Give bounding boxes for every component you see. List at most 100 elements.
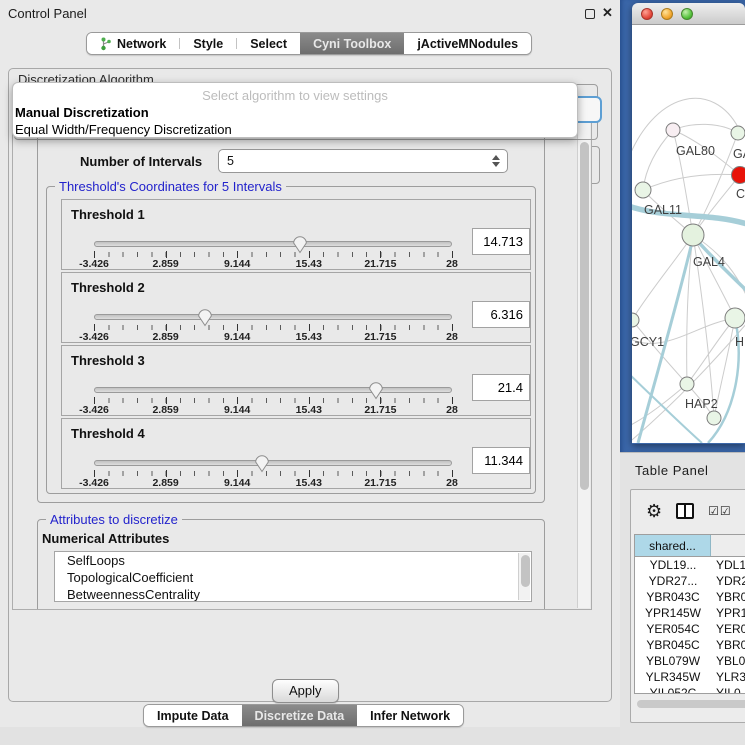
node-label-gal80: GAL80 bbox=[676, 144, 715, 158]
node-label-gal11: GAL11 bbox=[644, 203, 682, 217]
table-row[interactable]: YPR145WYPR1 bbox=[635, 605, 745, 621]
tab-select[interactable]: Select bbox=[237, 33, 300, 54]
threshold-3-slider[interactable] bbox=[94, 387, 452, 393]
node-table[interactable]: shared... n YDL19...YDL1 YDR27...YDR2 YB… bbox=[634, 534, 745, 694]
node-label-gal4: GAL4 bbox=[693, 255, 725, 269]
table-row[interactable]: YDL19...YDL1 bbox=[635, 557, 745, 573]
attributes-group-label: Attributes to discretize bbox=[46, 512, 182, 527]
table-header-row: shared... n bbox=[635, 535, 745, 557]
algorithm-placeholder: Select algorithm to view settings bbox=[13, 88, 577, 103]
tab-impute-data[interactable]: Impute Data bbox=[144, 705, 242, 726]
tab-cyni-toolbox[interactable]: Cyni Toolbox bbox=[300, 33, 404, 54]
node-label-partial-ga: GA bbox=[733, 147, 745, 161]
network-window-titlebar[interactable] bbox=[632, 3, 745, 25]
algorithm-dropdown-popup: Select algorithm to view settings Manual… bbox=[12, 82, 578, 138]
close-traffic-icon[interactable] bbox=[641, 8, 653, 20]
threshold-2-block: Threshold 2 -3.426 2.859 9.144 1 bbox=[61, 272, 531, 343]
scrollbar-thumb[interactable] bbox=[580, 142, 589, 490]
threshold-1-slider[interactable] bbox=[94, 241, 452, 247]
option-manual-discretization[interactable]: Manual Discretization bbox=[15, 105, 149, 120]
threshold-4-scale: -3.426 2.859 9.144 21.715 15.43 28 bbox=[94, 477, 452, 489]
threshold-2-slider[interactable] bbox=[94, 314, 452, 320]
tab-infer-network[interactable]: Infer Network bbox=[357, 705, 463, 726]
top-tabstrip: Network Style Select Cyni Toolbox jActiv… bbox=[86, 32, 532, 55]
node-label-gcy1: GCY1 bbox=[632, 335, 664, 349]
column-layout-icon[interactable] bbox=[676, 503, 694, 519]
threshold-3-label: Threshold 3 bbox=[71, 353, 145, 368]
list-item[interactable]: TopologicalCoefficient bbox=[55, 569, 531, 586]
threshold-4-slider[interactable] bbox=[94, 460, 452, 466]
node-gcy1[interactable] bbox=[632, 313, 639, 327]
network-graph: GAL80 GA C GAL11 GAL4 GCY1 H HAP2 bbox=[632, 25, 745, 443]
tab-jactivemnodules[interactable]: jActiveMNodules bbox=[404, 33, 531, 54]
node-partial-top[interactable] bbox=[731, 126, 745, 140]
threshold-4-label: Threshold 4 bbox=[71, 426, 145, 441]
node-gal11[interactable] bbox=[635, 182, 651, 198]
number-of-intervals-combobox[interactable]: 5 bbox=[218, 149, 508, 173]
zoom-traffic-icon[interactable] bbox=[681, 8, 693, 20]
settings-scrollbar[interactable] bbox=[577, 120, 590, 608]
table-row[interactable]: YBR045CYBR0 bbox=[635, 637, 745, 653]
node-selected-red[interactable] bbox=[732, 167, 745, 184]
desktop-background: GAL80 GA C GAL11 GAL4 GCY1 H HAP2 bbox=[620, 0, 745, 452]
network-canvas[interactable]: GAL80 GA C GAL11 GAL4 GCY1 H HAP2 bbox=[632, 25, 745, 443]
bottom-tabstrip: Impute Data Discretize Data Infer Networ… bbox=[143, 704, 464, 727]
node-label-partial-c: C bbox=[736, 187, 745, 201]
column-header-shared-name[interactable]: shared... bbox=[635, 535, 711, 556]
table-row[interactable]: YIL052CYIL0 bbox=[635, 685, 745, 694]
threshold-3-value-field[interactable]: 21.4 bbox=[472, 374, 530, 401]
table-panel-title: Table Panel bbox=[635, 463, 708, 478]
select-columns-icons[interactable]: ☑☑ bbox=[708, 504, 732, 518]
node-right[interactable] bbox=[725, 308, 745, 328]
node-gal80[interactable] bbox=[666, 123, 680, 137]
threshold-1-value-field[interactable]: 14.713 bbox=[472, 228, 530, 255]
threshold-4-block: Threshold 4 -3.426 2.859 9.144 2 bbox=[61, 418, 531, 489]
panel-title: Control Panel bbox=[8, 6, 87, 21]
column-header-name[interactable]: n bbox=[711, 535, 745, 556]
tab-impute-label: Impute Data bbox=[157, 709, 229, 723]
table-row[interactable]: YER054CYER0 bbox=[635, 621, 745, 637]
screenshot-root: Control Panel ✕ Network Style Select Cyn… bbox=[0, 0, 745, 745]
tab-style[interactable]: Style bbox=[180, 33, 236, 54]
node-bottom-partial[interactable] bbox=[707, 411, 721, 425]
list-item[interactable]: BetweennessCentrality bbox=[55, 586, 531, 602]
threshold-1-block: Threshold 1 -3.426 2.859 9.144 1 bbox=[61, 199, 531, 270]
table-row[interactable]: YDR27...YDR2 bbox=[635, 573, 745, 589]
tab-discretize-data[interactable]: Discretize Data bbox=[242, 705, 358, 726]
table-row[interactable]: YLR345WYLR3 bbox=[635, 669, 745, 685]
number-of-intervals-label: Number of Intervals bbox=[80, 154, 202, 169]
attributes-group: Attributes to discretize Numerical Attri… bbox=[37, 519, 545, 610]
minor-ticks bbox=[94, 252, 452, 257]
table-panel-box: ⚙ ☑☑ shared... n YDL19...YDL1 YDR27...YD… bbox=[630, 489, 745, 723]
minimize-traffic-icon[interactable] bbox=[661, 8, 673, 20]
close-icon[interactable]: ✕ bbox=[602, 5, 613, 21]
threshold-2-value-field[interactable]: 6.316 bbox=[472, 301, 530, 328]
table-row[interactable]: YBR043CYBR0 bbox=[635, 589, 745, 605]
apply-button[interactable]: Apply bbox=[272, 679, 339, 703]
minor-ticks bbox=[94, 325, 452, 330]
threshold-4-value-field[interactable]: 11.344 bbox=[472, 447, 530, 474]
option-equal-width-frequency[interactable]: Equal Width/Frequency Discretization bbox=[15, 122, 232, 137]
float-window-icon[interactable] bbox=[585, 9, 595, 19]
network-view-window[interactable]: GAL80 GA C GAL11 GAL4 GCY1 H HAP2 bbox=[632, 3, 745, 444]
node-hap2[interactable] bbox=[680, 377, 694, 391]
numerical-attributes-list[interactable]: SelfLoops TopologicalCoefficient Between… bbox=[54, 551, 532, 602]
table-row[interactable]: YBL079WYBL0 bbox=[635, 653, 745, 669]
list-scrollbar[interactable] bbox=[518, 553, 530, 600]
minor-ticks bbox=[94, 398, 452, 403]
tab-network[interactable]: Network bbox=[87, 33, 179, 54]
threshold-3-block: Threshold 3 -3.426 2.859 9.144 1 bbox=[61, 345, 531, 416]
list-item[interactable]: SelfLoops bbox=[55, 552, 531, 569]
tab-network-label: Network bbox=[117, 37, 166, 51]
thresholds-group-label: Threshold's Coordinates for 5 Intervals bbox=[55, 179, 286, 194]
tab-discretize-label: Discretize Data bbox=[255, 709, 345, 723]
node-gal4[interactable] bbox=[682, 224, 704, 246]
gear-icon[interactable]: ⚙ bbox=[646, 502, 662, 520]
threshold-2-label: Threshold 2 bbox=[71, 280, 145, 295]
interval-definition-group: Interval Definition Number of Intervals … bbox=[37, 131, 545, 503]
tab-cyni-label: Cyni Toolbox bbox=[313, 37, 391, 51]
numerical-attributes-label: Numerical Attributes bbox=[42, 531, 169, 546]
table-horizontal-scrollbar[interactable] bbox=[637, 700, 745, 708]
number-of-intervals-value: 5 bbox=[227, 154, 234, 168]
threshold-2-scale: -3.426 2.859 9.144 15.43 21.715 28 bbox=[94, 331, 452, 343]
